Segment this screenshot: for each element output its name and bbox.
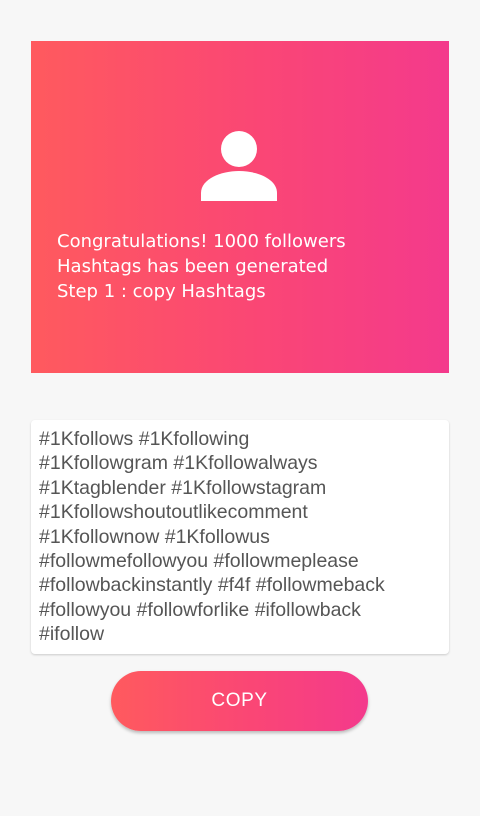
person-icon [201, 131, 277, 201]
hashtag-line: #1Ktagblender #1Kfollowstagram [39, 476, 327, 499]
hashtag-line: #1Kfollownow #1Kfollowus [39, 525, 270, 548]
congratulations-message: Congratulations! 1000 followers Hashtags… [57, 229, 433, 304]
hashtag-line: #followyou #followforlike #ifollowback [39, 598, 361, 621]
header-banner: Congratulations! 1000 followers Hashtags… [31, 41, 449, 373]
hashtag-line: #1Kfollows #1Kfollowing [39, 428, 250, 450]
hashtag-line: #followmefollowyou #followmeplease [39, 550, 359, 573]
hashtags-text: #1Kfollows #1Kfollowing #1Kfollowgram #1… [39, 427, 441, 647]
hashtags-text-area[interactable]: #1Kfollows #1Kfollowing #1Kfollowgram #1… [31, 420, 449, 654]
message-line-generated: Hashtags has been generated [57, 256, 329, 277]
copy-button-label: COPY [211, 690, 268, 711]
message-line-congratulations: Congratulations! 1000 followers [57, 231, 346, 252]
hashtag-line: #1Kfollowshoutoutlikecomment [39, 501, 308, 524]
copy-button[interactable]: COPY [111, 671, 368, 731]
message-line-step: Step 1 : copy Hashtags [57, 281, 266, 302]
hashtag-line: #1Kfollowgram #1Kfollowalways [39, 452, 318, 475]
hashtag-line: #followbackinstantly #f4f #followmeback [39, 574, 385, 597]
hashtag-line: #ifollow [39, 623, 105, 646]
